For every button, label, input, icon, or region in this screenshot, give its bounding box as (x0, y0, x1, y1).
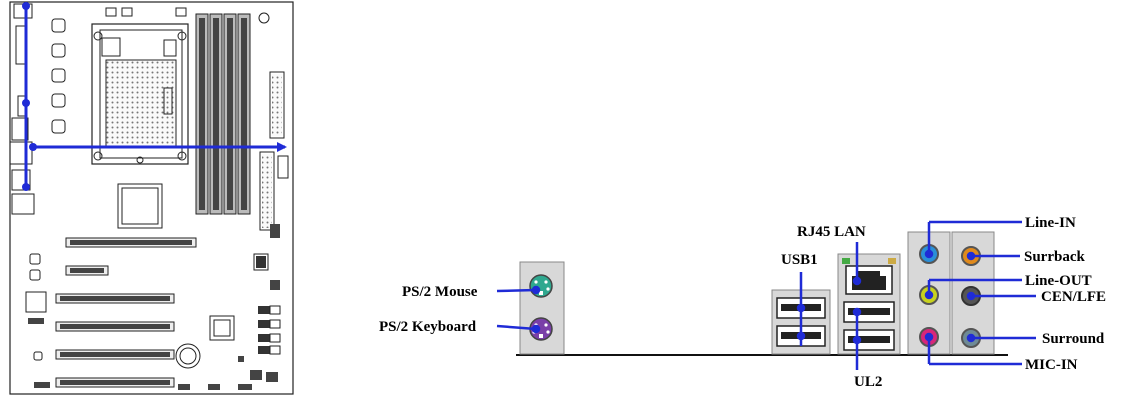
label-line-in: Line-IN (1025, 215, 1076, 231)
label-cen-lfe: CEN/LFE (1041, 289, 1106, 305)
label-surrback: Surrback (1024, 249, 1086, 265)
label-ul2: UL2 (854, 374, 882, 390)
motherboard-layout (9, 1, 294, 395)
label-line-out: Line-OUT (1025, 273, 1092, 289)
label-rj45-lan: RJ45 LAN (797, 224, 866, 240)
label-ps2-mouse: PS/2 Mouse (402, 284, 478, 300)
io-panel-diagram: PS/2 Mouse PS/2 Keyboard USB1 RJ45 LAN U… (9, 1, 1106, 395)
label-ps2-keyboard: PS/2 Keyboard (379, 319, 477, 335)
label-mic-in: MIC-IN (1025, 357, 1078, 373)
rear-io-panel (516, 231, 1008, 356)
label-usb1: USB1 (781, 252, 818, 268)
label-surround: Surround (1042, 331, 1105, 347)
